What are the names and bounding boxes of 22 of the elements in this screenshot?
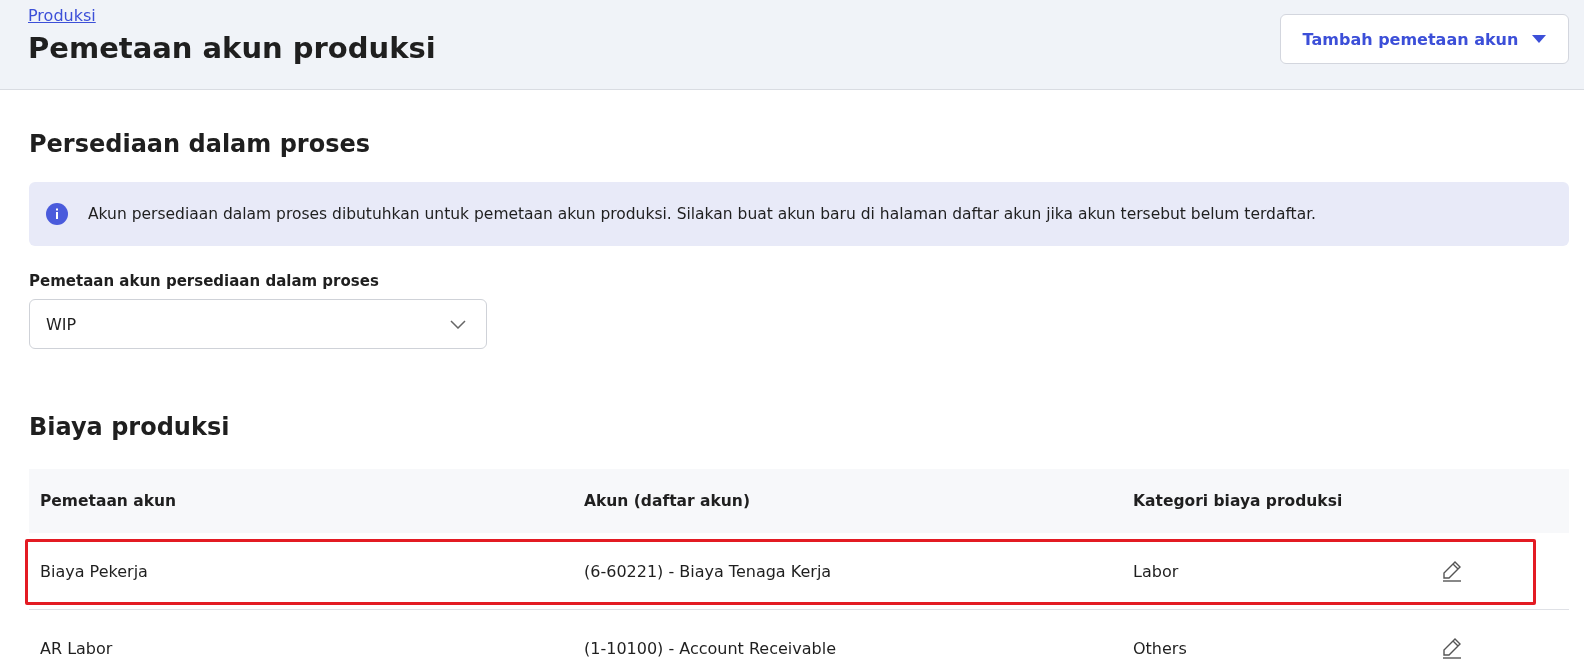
page-title: Pemetaan akun produksi bbox=[28, 31, 436, 65]
edit-icon[interactable] bbox=[1440, 636, 1464, 660]
wip-account-select[interactable]: WIP bbox=[29, 299, 487, 349]
info-text: Akun persediaan dalam proses dibutuhkan untuk pemetaan akun produksi. Silakan buat akun baru di halaman daftar akun jika akun tersebut belum terdaftar. bbox=[88, 205, 1317, 223]
table-cell-text: Others bbox=[1132, 638, 1188, 658]
caret-icon bbox=[1532, 35, 1547, 43]
section-title: Persediaan dalam proses bbox=[29, 130, 371, 158]
table-cell-text: Labor bbox=[1132, 561, 1180, 581]
chevron-down-icon bbox=[450, 319, 466, 329]
column-header: Pemetaan akun bbox=[39, 492, 178, 510]
field-label: Pemetaan akun persediaan dalam proses bbox=[29, 272, 380, 290]
edit-icon[interactable] bbox=[1440, 559, 1464, 583]
table-cell-text: (1-10100) - Account Receivable bbox=[583, 638, 837, 658]
table-cell-text: Biaya Pekerja bbox=[39, 561, 149, 581]
table-cell-text: (6-60221) - Biaya Tenaga Kerja bbox=[583, 561, 833, 581]
table-cell-text: AR Labor bbox=[39, 638, 114, 658]
add-mapping-button[interactable]: Tambah pemetaan akun bbox=[1280, 14, 1569, 64]
column-header: Akun (daftar akun) bbox=[583, 492, 751, 510]
breadcrumb-link[interactable]: Produksi bbox=[28, 6, 436, 25]
info-icon bbox=[46, 203, 68, 225]
column-header: Kategori biaya produksi bbox=[1132, 492, 1344, 510]
section-title: Biaya produksi bbox=[29, 413, 231, 441]
